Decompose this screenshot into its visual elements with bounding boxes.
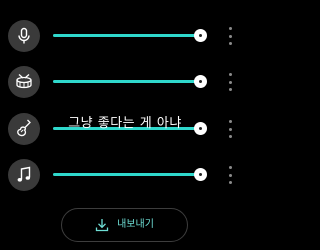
slider-thumb[interactable] [194,122,207,135]
more-dot [228,120,232,123]
track-icon-button-other[interactable] [8,159,40,191]
slider-fill [53,127,200,130]
track-row-other [0,157,250,193]
volume-slider-bass[interactable] [53,122,207,135]
more-dot [228,27,232,30]
more-options-button-other[interactable] [224,166,236,184]
track-icon-button-drums[interactable] [8,66,40,98]
track-icon-button-bass[interactable] [8,113,40,145]
microphone-icon [18,27,30,44]
slider-thumb[interactable] [194,75,207,88]
slider-thumb[interactable] [194,168,207,181]
music-note-icon [17,166,31,182]
more-options-button-vocal[interactable] [224,27,236,45]
more-dot [228,73,232,76]
more-dot [228,173,232,177]
track-row-vocal [0,18,250,54]
export-button-label: 내보내기 [117,219,154,230]
more-options-button-bass[interactable] [224,120,236,138]
volume-slider-vocal[interactable] [53,29,207,42]
more-dot [228,135,232,138]
more-dot [228,80,232,84]
more-dot [228,34,232,38]
drum-icon [16,74,32,89]
track-icon-button-vocal[interactable] [8,20,40,52]
more-dot [228,181,232,184]
track-row-bass [0,111,250,147]
slider-thumb[interactable] [194,29,207,42]
more-dot [228,88,232,91]
audio-mixer-screen: 그냥 좋다는 게 아냐 내보내기 [0,0,250,250]
slider-fill [53,80,200,83]
export-button[interactable]: 내보내기 [61,208,188,242]
slider-fill [53,34,200,37]
volume-slider-drums[interactable] [53,75,207,88]
slider-fill [53,173,200,176]
more-dot [228,166,232,169]
download-icon [95,219,109,232]
more-options-button-drums[interactable] [224,73,236,91]
more-dot [228,42,232,45]
bass-guitar-icon [17,119,31,137]
more-dot [228,127,232,131]
track-row-drums [0,64,250,100]
volume-slider-other[interactable] [53,168,207,181]
